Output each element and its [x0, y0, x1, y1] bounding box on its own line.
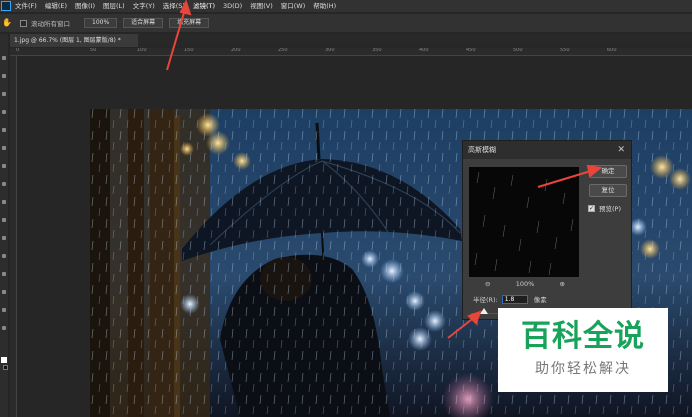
- radius-slider-thumb[interactable]: [480, 308, 488, 314]
- preview-checkbox[interactable]: ✓: [588, 204, 595, 212]
- menu-layer[interactable]: 图层(L): [99, 0, 129, 12]
- zoom-out-icon[interactable]: ⊖: [485, 280, 490, 288]
- type-tool-icon[interactable]: [2, 326, 6, 330]
- zoom-controls: ⊖ 100% ⊕: [485, 279, 565, 289]
- move-tool-icon[interactable]: [2, 56, 6, 60]
- tools-panel: [0, 34, 8, 417]
- vertical-ruler: [10, 56, 17, 417]
- ruler-number: 500: [513, 48, 523, 53]
- eyedropper-tool-icon[interactable]: [2, 146, 6, 150]
- horizontal-ruler: 0 50 100 150 200 250 300 350 400 450 500…: [10, 48, 692, 56]
- preview-rain-image: [469, 167, 579, 277]
- reset-button[interactable]: 复位: [589, 184, 627, 197]
- hand-tool-icon[interactable]: ✋: [2, 18, 12, 28]
- blur-preview[interactable]: [469, 167, 579, 277]
- dodge-tool-icon[interactable]: [2, 290, 6, 294]
- ruler-number: 250: [278, 48, 288, 53]
- fill-screen-button[interactable]: 填充屏幕: [169, 18, 210, 28]
- radius-row: 半径(R): 1.8 像素: [473, 294, 547, 304]
- scroll-all-checkbox[interactable]: [20, 19, 27, 27]
- lasso-tool-icon[interactable]: [2, 92, 6, 96]
- zoom-100-button[interactable]: 100%: [84, 18, 118, 28]
- menu-file[interactable]: 文件(F): [11, 0, 41, 12]
- menu-image[interactable]: 图像(I): [71, 0, 99, 12]
- ruler-number: 550: [560, 48, 570, 53]
- ruler-number: 200: [231, 48, 241, 53]
- menu-edit[interactable]: 编辑(E): [41, 0, 71, 12]
- background-color-swatch[interactable]: [3, 365, 8, 370]
- ruler-number: 100: [137, 48, 147, 53]
- scroll-all-label: 滚动所有窗口: [31, 20, 70, 28]
- crop-tool-icon[interactable]: [2, 128, 6, 132]
- menu-3d[interactable]: 3D(D): [219, 0, 246, 12]
- marquee-tool-icon[interactable]: [2, 74, 6, 78]
- dialog-titlebar[interactable]: 高斯模糊 ✕: [463, 141, 631, 159]
- close-icon[interactable]: ✕: [617, 141, 625, 159]
- gradient-tool-icon[interactable]: [2, 254, 6, 258]
- document-tab[interactable]: 1.jpg @ 66.7% (图层 1, 图层蒙版/8) *: [10, 34, 138, 47]
- document-tab-bar: 1.jpg @ 66.7% (图层 1, 图层蒙版/8) *: [10, 34, 692, 47]
- ruler-number: 350: [372, 48, 382, 53]
- blur-tool-icon[interactable]: [2, 272, 6, 276]
- foreground-color-swatch[interactable]: [1, 357, 7, 363]
- pen-tool-icon[interactable]: [2, 308, 6, 312]
- history-brush-tool-icon[interactable]: [2, 218, 6, 222]
- eraser-tool-icon[interactable]: [2, 236, 6, 240]
- brush-tool-icon[interactable]: [2, 182, 6, 186]
- stamp-tool-icon[interactable]: [2, 200, 6, 204]
- menu-help[interactable]: 帮助(H): [309, 0, 340, 12]
- ruler-number: 150: [184, 48, 194, 53]
- menu-type[interactable]: 文字(Y): [129, 0, 159, 12]
- ruler-number: 0: [16, 48, 20, 53]
- ruler-number: 300: [325, 48, 335, 53]
- quick-select-tool-icon[interactable]: [2, 110, 6, 114]
- options-bar: ✋ 滚动所有窗口 100% 适合屏幕 填充屏幕: [0, 14, 692, 32]
- ruler-number: 600: [607, 48, 617, 53]
- ok-button[interactable]: 确定: [589, 165, 627, 178]
- radius-unit: 像素: [533, 296, 547, 304]
- ruler-number: 450: [466, 48, 476, 53]
- watermark-badge: 百科全说 助你轻松解决: [498, 308, 668, 392]
- radius-input[interactable]: 1.8: [501, 294, 528, 304]
- menu-view[interactable]: 视图(V): [246, 0, 277, 12]
- fit-screen-button[interactable]: 适合屏幕: [123, 18, 164, 28]
- dialog-title: 高斯模糊: [468, 146, 496, 154]
- preview-checkbox-row[interactable]: ✓ 预览(P): [588, 203, 621, 213]
- healing-tool-icon[interactable]: [2, 164, 6, 168]
- menu-bar: 文件(F) 编辑(E) 图像(I) 图层(L) 文字(Y) 选择(S) 滤镜(T…: [0, 0, 692, 12]
- gaussian-blur-dialog: 高斯模糊 ✕ 确定 复位 ✓ 预览(P) ⊖ 100% ⊕ 半径(R): 1.8…: [462, 140, 632, 320]
- watermark-subtitle: 助你轻松解决: [535, 361, 631, 377]
- ruler-number: 400: [419, 48, 429, 53]
- ruler-number: 50: [90, 48, 97, 53]
- photoshop-logo-icon: [1, 1, 11, 11]
- preview-label: 预览(P): [599, 205, 621, 213]
- menu-window[interactable]: 窗口(W): [277, 0, 310, 12]
- zoom-value: 100%: [515, 280, 535, 288]
- watermark-title: 百科全说: [521, 319, 645, 354]
- menu-filter[interactable]: 滤镜(T): [189, 0, 219, 12]
- zoom-in-icon[interactable]: ⊕: [560, 280, 565, 288]
- radius-label: 半径(R):: [473, 296, 498, 304]
- menu-select[interactable]: 选择(S): [159, 0, 189, 12]
